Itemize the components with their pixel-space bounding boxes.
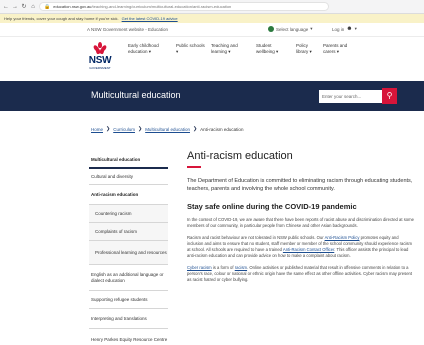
page-title: Anti-racism education [187, 150, 293, 162]
intro-paragraph: The Department of Education is committed… [187, 178, 413, 192]
section-title: Multicultural education [91, 90, 181, 100]
nav-public-schools[interactable]: Public schools ▾ [176, 43, 206, 55]
address-url: education.nsw.gov.au/teaching-and-learni… [53, 4, 232, 9]
forward-icon[interactable]: → [12, 3, 18, 11]
chevron-right-icon: ❯ [106, 126, 111, 132]
back-icon[interactable]: ← [3, 3, 9, 11]
home-icon[interactable]: ⌂ [30, 3, 36, 11]
sidebar-item-countering-racism[interactable]: Countering racism [89, 205, 168, 223]
sidebar-item-refugee[interactable]: Supporting refugee students [89, 291, 168, 309]
covid-advice-link[interactable]: Get the latest COVID-19 advice [122, 16, 178, 21]
search-icon: ⚲ [386, 91, 393, 100]
covid-banner: Help your friends, cover your cough and … [0, 14, 424, 23]
nav-early-childhood[interactable]: Early childhood education ▾ [128, 43, 166, 55]
sidebar-item-complaints[interactable]: Complaints of racism [89, 223, 168, 241]
breadcrumb: Home ❯ Curriculum ❯ Multicultural educat… [91, 126, 243, 132]
nav-teaching-learning[interactable]: Teaching and learning ▾ [211, 43, 245, 55]
breadcrumb-multicultural[interactable]: Multicultural education [145, 127, 190, 132]
waratah-icon [92, 42, 108, 55]
breadcrumb-current: Anti-racism education [200, 126, 244, 132]
user-icon: ☻ [346, 26, 353, 32]
chevron-down-icon: ▾ [354, 26, 357, 31]
search-button[interactable]: ⚲ [382, 88, 397, 104]
language-select[interactable]: Select language ▾ [268, 26, 313, 32]
login-label: Log in [332, 26, 345, 32]
chevron-down-icon: ▾ [310, 26, 313, 31]
sidebar-item-multicultural[interactable]: Multicultural education [89, 153, 168, 169]
nav-parents-carers[interactable]: Parents and carers ▾ [323, 43, 353, 55]
main-content: Anti-racism education The Department of … [187, 150, 417, 283]
sidebar-nav: Multicultural education Cultural and div… [89, 153, 168, 345]
government-bar: A NSW Government website - Education Sel… [0, 23, 424, 37]
nsw-logo[interactable]: NSW GOVERNMENT [88, 42, 112, 74]
logo-text: NSW [88, 55, 112, 66]
sidebar-item-anti-racism[interactable]: Anti-racism education [89, 185, 168, 205]
sidebar-item-cultural-diversity[interactable]: Cultural and diversity [89, 169, 168, 185]
login-button[interactable]: Log in ☻ ▾ [332, 26, 357, 32]
contact-officer-link[interactable]: Anti-Racism Contact Officer [283, 247, 334, 252]
section-heading: Stay safe online during the COVID-19 pan… [187, 202, 357, 211]
section-hero: Multicultural education Enter your searc… [0, 81, 424, 111]
globe-icon [268, 26, 274, 32]
nav-policy-library[interactable]: Policy library ▾ [296, 43, 318, 55]
address-bar[interactable]: 🔒 education.nsw.gov.au/teaching-and-lear… [39, 2, 329, 11]
cyber-racism-paragraph: Cyber racism is a form of racism. Online… [187, 265, 413, 282]
policy-paragraph: Racism and racist behaviour are not tole… [187, 235, 412, 258]
title-accent-rule [187, 166, 201, 168]
logo-subtext: GOVERNMENT [89, 66, 111, 70]
lock-icon: 🔒 [44, 3, 51, 10]
chevron-right-icon: ❯ [137, 126, 143, 132]
sidebar-item-eald[interactable]: English as an additional language or dia… [89, 265, 168, 291]
language-label: Select language [276, 26, 309, 32]
breadcrumb-home[interactable]: Home [91, 127, 103, 132]
banner-text: Help your friends, cover your cough and … [4, 16, 119, 21]
reload-icon[interactable]: ↻ [21, 3, 27, 11]
browser-toolbar: ← → ↻ ⌂ 🔒 education.nsw.gov.au/teaching-… [0, 0, 424, 14]
sidebar-item-henry-parkes[interactable]: Henry Parkes Equity Resource Centre [89, 329, 168, 345]
nav-student-wellbeing[interactable]: Student wellbeing ▾ [256, 43, 286, 55]
gov-label: A NSW Government website - Education [87, 27, 169, 32]
sidebar-item-interpreting[interactable]: Interpreting and translations [89, 309, 168, 329]
anti-racism-policy-link[interactable]: Anti-Racism Policy [325, 235, 360, 240]
racism-link[interactable]: racism [235, 265, 247, 270]
search-input[interactable]: Enter your search... [319, 90, 382, 103]
covid-paragraph: In the context of COVID-19, we are aware… [187, 217, 414, 228]
site-header: NSW GOVERNMENT Early childhood education… [0, 37, 424, 81]
chevron-right-icon: ❯ [192, 126, 198, 132]
breadcrumb-curriculum[interactable]: Curriculum [113, 127, 135, 132]
cyber-racism-link[interactable]: Cyber racism [187, 265, 212, 270]
sidebar-item-professional-learning[interactable]: Professional learning and resources [89, 241, 168, 265]
